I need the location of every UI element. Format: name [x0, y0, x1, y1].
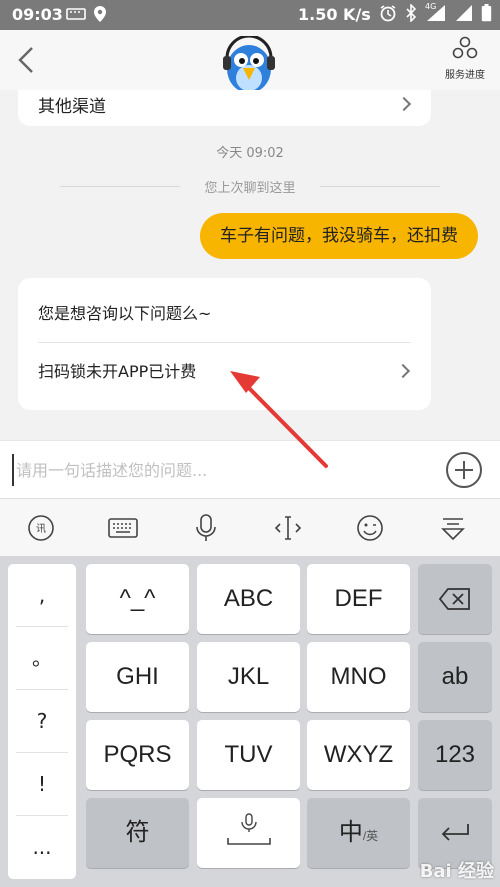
suggested-question-item[interactable]: 扫码锁未开APP已计费: [18, 342, 431, 410]
hide-keyboard-button[interactable]: [433, 509, 473, 547]
status-bar: 09:03 1.50 K/s 4G: [0, 0, 500, 30]
key-8[interactable]: TUV: [197, 720, 300, 790]
previous-option-label: 其他渠道: [38, 97, 106, 117]
language-sub-label: /英: [362, 829, 379, 843]
punctuation-column[interactable]: , 。 ? ! ...: [8, 564, 76, 879]
chevron-right-icon: [396, 96, 412, 112]
punctuation-key[interactable]: ...: [8, 816, 76, 878]
suggested-question-label: 扫码锁未开APP已计费: [38, 362, 197, 381]
sd-card-icon: [66, 6, 86, 25]
message-input[interactable]: [12, 454, 432, 486]
service-progress-label: 服务进度: [445, 70, 485, 81]
signal-icon: [455, 4, 473, 26]
keyboard-icon: [108, 518, 138, 538]
microphone-icon: [196, 514, 216, 541]
space-key[interactable]: [197, 798, 300, 868]
service-progress-icon: [452, 36, 478, 59]
chevron-right-icon: [395, 363, 411, 379]
t9-keyboard: , 。 ? ! ... ^_^ ABC DEF GHI JKL MNO ab P…: [0, 556, 500, 887]
bluetooth-icon: [405, 3, 417, 26]
ime-logo-icon: 讯: [28, 515, 54, 541]
punctuation-key[interactable]: ?: [8, 690, 76, 752]
number-switch-key[interactable]: 123: [418, 720, 492, 790]
chat-header: 服务进度: [0, 30, 500, 97]
space-mic-icon: [226, 813, 271, 845]
punctuation-key[interactable]: ,: [8, 564, 76, 626]
user-message-bubble: 车子有问题，我没骑车，还扣费: [200, 213, 478, 259]
enter-icon: [441, 824, 469, 841]
back-button[interactable]: [14, 42, 42, 78]
service-progress-button[interactable]: 服务进度: [440, 36, 490, 86]
assistant-avatar: [219, 34, 279, 98]
symbols-key[interactable]: 符: [86, 798, 189, 868]
alarm-icon: [379, 4, 397, 26]
punctuation-key[interactable]: 。: [8, 627, 76, 689]
ime-logo-button[interactable]: 讯: [21, 509, 61, 547]
divider-line-right: [320, 186, 440, 187]
voice-input-button[interactable]: [186, 509, 226, 547]
language-switch-key[interactable]: 中/英: [307, 798, 410, 868]
message-input-bar: [0, 440, 500, 498]
cursor-move-icon: [274, 516, 302, 540]
signal-4g-icon: 4G: [425, 2, 447, 26]
backspace-key[interactable]: [418, 564, 492, 634]
case-switch-key[interactable]: ab: [418, 642, 492, 712]
key-3[interactable]: DEF: [307, 564, 410, 634]
key-6[interactable]: MNO: [307, 642, 410, 712]
emoji-button[interactable]: [350, 509, 390, 547]
cursor-move-button[interactable]: [268, 509, 308, 547]
status-time: 09:03: [12, 5, 63, 24]
key-4[interactable]: GHI: [86, 642, 189, 712]
suggested-questions-title: 您是想咨询以下问题么~: [38, 304, 212, 323]
back-arrow-icon: [18, 47, 33, 73]
location-icon: [93, 5, 107, 27]
key-9[interactable]: WXYZ: [307, 720, 410, 790]
previous-option-card[interactable]: 其他渠道: [18, 90, 431, 126]
key-5[interactable]: JKL: [197, 642, 300, 712]
backspace-icon: [438, 588, 470, 610]
punctuation-key[interactable]: !: [8, 753, 76, 815]
collapse-keyboard-icon: [441, 518, 465, 541]
baidu-watermark: Bai 经验: [419, 861, 494, 882]
svg-text:讯: 讯: [36, 523, 46, 535]
key-7[interactable]: PQRS: [86, 720, 189, 790]
keyboard-toolbar: 讯: [0, 498, 500, 556]
key-2[interactable]: ABC: [197, 564, 300, 634]
battery-icon: [481, 4, 492, 26]
suggested-questions-card: 您是想咨询以下问题么~ 扫码锁未开APP已计费: [18, 278, 431, 410]
emoji-icon: [357, 515, 383, 541]
chat-area[interactable]: 其他渠道 今天 09:02 您上次聊到这里 车子有问题，我没骑车，还扣费 您是想…: [0, 90, 500, 440]
key-1[interactable]: ^_^: [86, 564, 189, 634]
keyboard-switch-button[interactable]: [103, 509, 143, 547]
network-speed: 1.50 K/s: [298, 5, 371, 24]
blue-bird-mascot-icon: [223, 34, 275, 97]
message-timestamp: 今天 09:02: [216, 146, 284, 161]
language-main-label: 中: [338, 819, 363, 846]
add-attachment-button[interactable]: [446, 452, 482, 488]
